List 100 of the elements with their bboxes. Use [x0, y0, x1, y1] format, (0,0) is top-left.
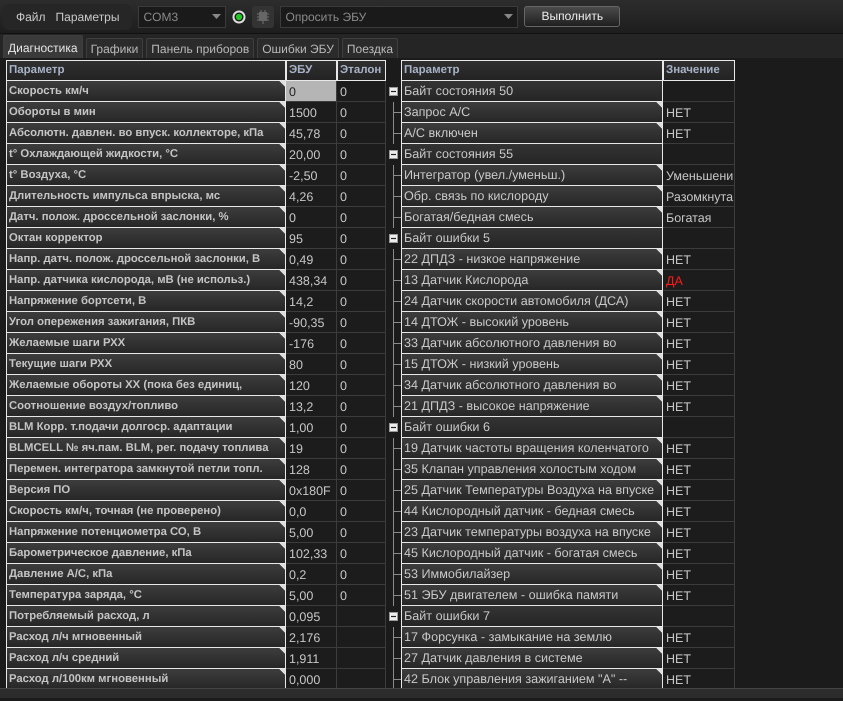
collapse-icon[interactable] [389, 87, 398, 96]
menu-item[interactable]: Файл [11, 4, 51, 28]
column-header[interactable]: Значение [663, 60, 735, 81]
ecu-value[interactable]: 95 [286, 228, 337, 249]
group-label[interactable]: Байт ошибки 7 [401, 606, 663, 627]
column-header[interactable]: Параметр [6, 60, 286, 81]
status-name: 24 Датчик скорости автомобиля (ДСА) [401, 291, 663, 312]
ecu-value[interactable]: 14,2 [286, 291, 337, 312]
parameter-name: Абсолютн. давлен. во впуск. коллекторе, кПа [6, 123, 286, 144]
chip-icon[interactable] [252, 6, 274, 28]
collapse-icon[interactable] [389, 423, 398, 432]
reference-value: 0 [337, 480, 386, 501]
status-value: НЕТ [663, 354, 735, 375]
status-value: НЕТ [663, 564, 735, 585]
action-dropdown[interactable]: Опросить ЭБУ [280, 6, 518, 28]
tab[interactable]: Диагностика [3, 35, 83, 58]
status-name: 44 Кислородный датчик - бедная смесь [401, 501, 663, 522]
ecu-value[interactable]: -90,35 [286, 312, 337, 333]
parameter-name: t° Охлаждающей жидкости, °C [6, 144, 286, 165]
parameter-name: BLMCELL № яч.пам. BLM, рег. подачу топлива [6, 438, 286, 459]
menu-item[interactable]: Параметры [50, 4, 124, 28]
status-value: НЕТ [663, 459, 735, 480]
collapse-icon[interactable] [389, 150, 398, 159]
parameter-name: Расход л/ч средний [6, 648, 286, 669]
ecu-value[interactable]: 2,176 [286, 627, 337, 648]
column-header[interactable]: Параметр [401, 60, 663, 81]
parameter-name: Скорость км/ч [6, 81, 286, 102]
status-name: А/С включен [401, 123, 663, 144]
ecu-value[interactable]: 20,00 [286, 144, 337, 165]
parameter-name: Октан корректор [6, 228, 286, 249]
tab[interactable]: Панель приборов [146, 38, 254, 58]
status-name: 13 Датчик Кислорода [401, 270, 663, 291]
ecu-value[interactable]: 120 [286, 375, 337, 396]
parameter-name: Версия ПО [6, 480, 286, 501]
column-header[interactable]: Эталон [337, 60, 386, 81]
status-name: Запрос А/С [401, 102, 663, 123]
ecu-value[interactable]: 5,00 [286, 522, 337, 543]
ecu-value[interactable]: 0x180F [286, 480, 337, 501]
status-name: Обр. связь по кислороду [401, 186, 663, 207]
collapse-icon[interactable] [389, 612, 398, 621]
status-value: НЕТ [663, 648, 735, 669]
status-value: Разомкнута [663, 186, 735, 207]
group-label[interactable]: Байт ошибки 5 [401, 228, 663, 249]
ecu-value[interactable]: 80 [286, 354, 337, 375]
ecu-value[interactable]: 0,095 [286, 606, 337, 627]
reference-value: 0 [337, 102, 386, 123]
status-name: 17 Форсунка - замыкание на землю [401, 627, 663, 648]
reference-value: 0 [337, 186, 386, 207]
tab[interactable]: Поездка [342, 38, 398, 58]
ecu-value[interactable]: 4,26 [286, 186, 337, 207]
status-value: НЕТ [663, 249, 735, 270]
ecu-value[interactable]: 0 [286, 81, 337, 102]
ecu-value[interactable]: 1,911 [286, 648, 337, 669]
reference-value: 0 [337, 522, 386, 543]
collapse-icon[interactable] [389, 234, 398, 243]
parameter-name: Угол опережения зажигания, ПКВ [6, 312, 286, 333]
ecu-value[interactable]: -2,50 [286, 165, 337, 186]
ecu-value[interactable]: 0,49 [286, 249, 337, 270]
status-name: 22 ДПДЗ - низкое напряжение [401, 249, 663, 270]
reference-value: 0 [337, 564, 386, 585]
status-name: 35 Клапан управления холостым ходом [401, 459, 663, 480]
ecu-value[interactable]: 19 [286, 438, 337, 459]
ecu-value[interactable]: 102,33 [286, 543, 337, 564]
parameter-name: Длительность импульса впрыска, мс [6, 186, 286, 207]
column-header[interactable]: ЭБУ [286, 60, 337, 81]
ecu-value[interactable]: -176 [286, 333, 337, 354]
reference-value: 0 [337, 270, 386, 291]
status-name: 27 Датчик давления в системе [401, 648, 663, 669]
group-label[interactable]: Байт состояния 50 [401, 81, 663, 102]
parameter-name: Давление А/С, кПа [6, 564, 286, 585]
caret-icon [504, 14, 514, 20]
ecu-value[interactable]: 1,00 [286, 417, 337, 438]
tab[interactable]: Ошибки ЭБУ [257, 38, 339, 58]
ecu-value[interactable]: 0 [286, 207, 337, 228]
ecu-value[interactable]: 45,78 [286, 123, 337, 144]
ecu-value[interactable]: 0,2 [286, 564, 337, 585]
port-dropdown[interactable]: COM3 [138, 6, 226, 28]
ecu-value[interactable]: 0,0 [286, 501, 337, 522]
ecu-value[interactable]: 5,00 [286, 585, 337, 606]
group-label[interactable]: Байт состояния 55 [401, 144, 663, 165]
parameter-name: Напр. датчика кислорода, мВ (не использ.) [6, 270, 286, 291]
tab[interactable]: Графики [86, 38, 144, 58]
parameter-name: Напр. датч. полож. дроссельной заслонки, В [6, 249, 286, 270]
ecu-value[interactable]: 438,34 [286, 270, 337, 291]
status-name: Богатая/бедная смесь [401, 207, 663, 228]
status-value: НЕТ [663, 438, 735, 459]
ecu-value[interactable]: 1500 [286, 102, 337, 123]
caret-icon [212, 14, 222, 20]
status-name: 21 ДПДЗ - высокое напряжение [401, 396, 663, 417]
ecu-value[interactable]: 128 [286, 459, 337, 480]
run-button[interactable]: Выполнить [524, 6, 620, 27]
reference-value: 0 [337, 144, 386, 165]
parameter-name: t° Воздуха, °C [6, 165, 286, 186]
status-value: НЕТ [663, 396, 735, 417]
reference-value: 0 [337, 333, 386, 354]
ecu-value[interactable]: 13,2 [286, 396, 337, 417]
parameter-name: Расход л/ч мгновенный [6, 627, 286, 648]
parameter-name: Расход л/100км мгновенный [6, 669, 286, 688]
group-label[interactable]: Байт ошибки 6 [401, 417, 663, 438]
status-name: 42 Блок управления зажиганием "А" -- [401, 669, 663, 688]
